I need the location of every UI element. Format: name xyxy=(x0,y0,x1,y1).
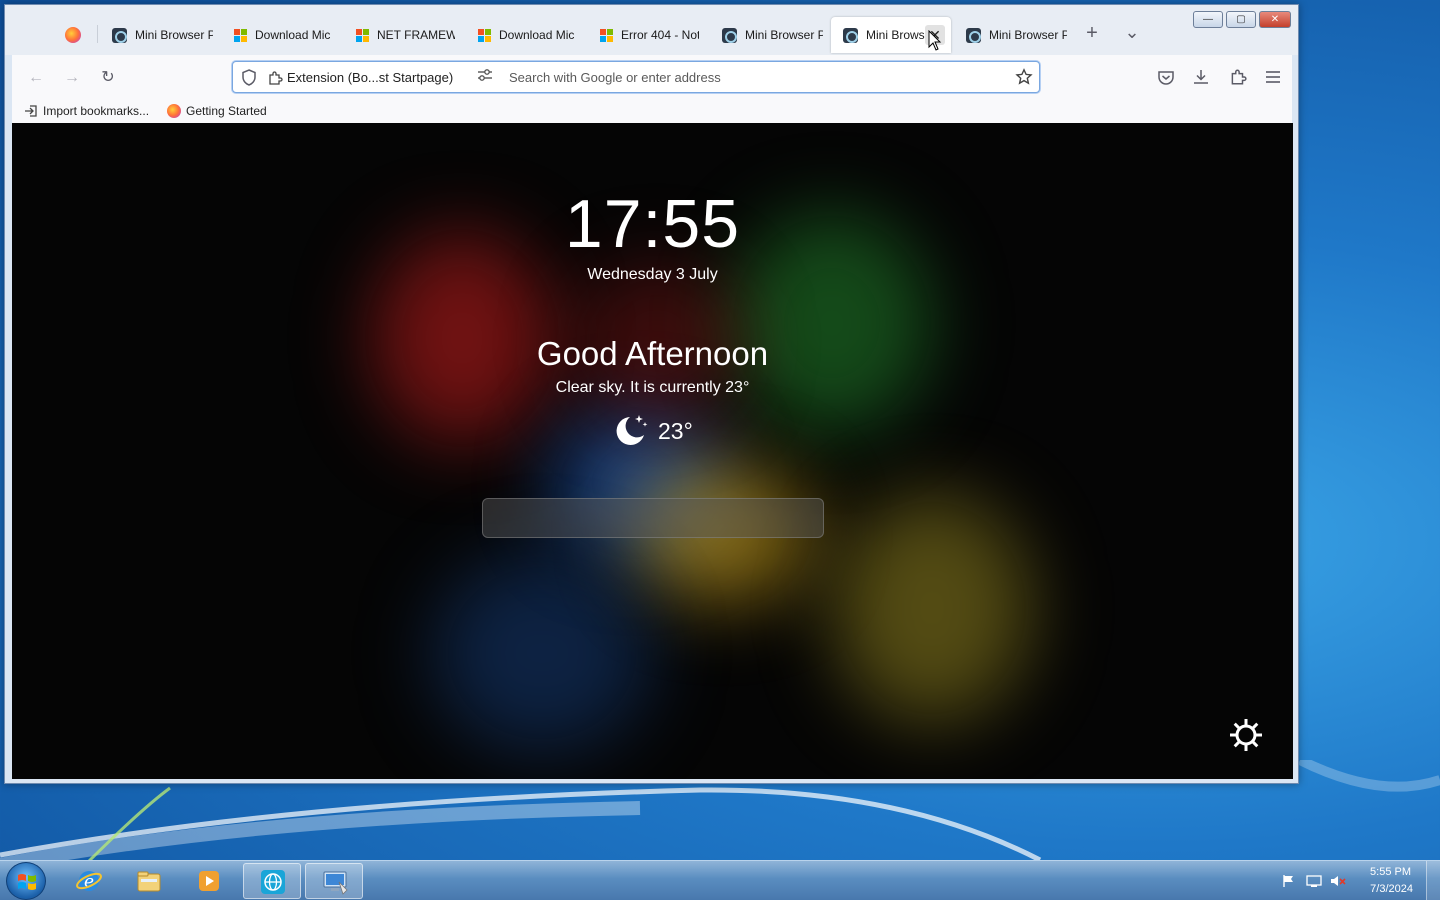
microsoft-icon xyxy=(600,28,613,42)
tab-strip: Mini Browser P Download Mic NET FRAMEW D… xyxy=(5,5,1298,55)
startpage-content: 17:55 Wednesday 3 July Good Afternoon Cl… xyxy=(12,123,1293,779)
new-tab-button[interactable]: + xyxy=(1081,22,1103,44)
weather-description: Clear sky. It is currently 23° xyxy=(555,379,750,396)
microsoft-icon xyxy=(478,28,491,42)
action-center-flag-icon[interactable] xyxy=(1282,874,1296,888)
temperature-value: 23° xyxy=(658,417,693,444)
mini-browser-icon xyxy=(843,27,858,43)
bookmark-label: Import bookmarks... xyxy=(43,104,150,118)
greeting-text: Good Afternoon xyxy=(536,335,769,372)
bookmark-getting-started[interactable]: Getting Started xyxy=(167,104,267,118)
bookmark-label: Getting Started xyxy=(186,104,267,118)
taskbar-file-explorer[interactable] xyxy=(120,863,178,899)
maximize-window-button[interactable]: ▢ xyxy=(1226,11,1256,28)
tray-clock-time[interactable]: 5:55 PM xyxy=(1370,866,1411,878)
tab-label: Mini Browser P xyxy=(989,28,1067,42)
clock-date: Wednesday 3 July xyxy=(587,266,718,283)
system-tray: 5:55 PM 7/3/2024 xyxy=(1270,861,1440,900)
tab-download-mic-2[interactable]: Download Mic xyxy=(466,17,586,53)
puzzle-piece-icon xyxy=(269,70,283,85)
tab-label: Download Mic xyxy=(499,28,575,42)
tracking-shield-icon[interactable] xyxy=(241,69,257,86)
extensions-icon[interactable] xyxy=(1229,68,1247,86)
microsoft-icon xyxy=(356,28,369,42)
taskbar-mini-browser[interactable] xyxy=(243,863,301,899)
windows-logo-icon xyxy=(18,874,36,890)
taskbar-media-player[interactable] xyxy=(180,863,238,899)
permissions-icon[interactable] xyxy=(477,68,493,82)
tray-clock-date[interactable]: 7/3/2024 xyxy=(1370,883,1413,895)
start-button[interactable] xyxy=(6,862,46,900)
tab-mini-browser-2[interactable]: Mini Browser P xyxy=(710,17,830,53)
gear-icon[interactable] xyxy=(1228,717,1264,753)
taskbar-internet-explorer[interactable]: e xyxy=(60,863,118,899)
bookmarks-toolbar: Import bookmarks... Getting Started xyxy=(12,101,1292,123)
moon-stars-icon xyxy=(616,415,648,445)
tab-label: Mini Browser P xyxy=(745,28,823,42)
tab-error-404[interactable]: Error 404 - Not xyxy=(588,17,708,53)
taskbar: e 5:55 PM 7/3/2024 xyxy=(0,860,1440,900)
globe-icon xyxy=(261,870,285,894)
browser-window: Mini Browser P Download Mic NET FRAMEW D… xyxy=(4,4,1299,784)
navigation-toolbar: ← → ↻ Extension (Bo...st Startpage) xyxy=(12,55,1292,101)
bookmark-star-icon[interactable] xyxy=(1015,68,1033,86)
tab-net-framework[interactable]: NET FRAMEW xyxy=(344,17,464,53)
downloads-icon[interactable] xyxy=(1192,68,1210,86)
startpage-search-box[interactable] xyxy=(482,498,824,538)
network-icon[interactable] xyxy=(1306,874,1322,888)
internet-explorer-icon: e xyxy=(76,871,102,892)
tab-label: Mini Browser P xyxy=(135,28,213,42)
volume-muted-icon[interactable] xyxy=(1330,874,1346,888)
extension-identity-chip[interactable]: Extension (Bo...st Startpage) xyxy=(267,66,453,89)
tab-label: Download Mic xyxy=(255,28,331,42)
mouse-cursor-icon xyxy=(928,30,942,51)
folder-icon xyxy=(137,871,161,892)
tab-download-mic-1[interactable]: Download Mic xyxy=(222,17,342,53)
tab-firefox-view[interactable] xyxy=(59,17,99,53)
close-window-button[interactable]: ✕ xyxy=(1259,11,1291,28)
tab-label: Error 404 - Not xyxy=(621,28,699,42)
reload-button[interactable]: ↻ xyxy=(97,67,119,89)
background-blob-gold xyxy=(832,493,1032,723)
firefox-icon xyxy=(167,104,181,118)
show-desktop-button[interactable] xyxy=(1426,861,1440,900)
mini-browser-icon xyxy=(966,27,981,43)
extension-label: Extension (Bo...st Startpage) xyxy=(287,70,454,85)
media-player-icon xyxy=(199,871,219,891)
minimize-window-button[interactable]: — xyxy=(1193,11,1223,28)
taskbar-remote-desktop[interactable] xyxy=(305,863,363,899)
back-button[interactable]: ← xyxy=(25,67,47,89)
mini-browser-icon xyxy=(112,27,127,43)
hamburger-menu-icon[interactable] xyxy=(1265,70,1281,84)
mini-browser-icon xyxy=(722,27,737,43)
background-blob-navy xyxy=(432,553,652,753)
pocket-icon[interactable] xyxy=(1157,69,1175,87)
url-input[interactable] xyxy=(509,66,999,89)
import-icon xyxy=(25,105,37,117)
tab-label: NET FRAMEW xyxy=(377,28,455,42)
bookmark-import[interactable]: Import bookmarks... xyxy=(24,104,149,118)
weather-widget: 23° xyxy=(612,413,693,449)
tab-mini-browser-3[interactable]: Mini Browser P xyxy=(954,17,1074,53)
tab-label: Mini Brows xyxy=(866,28,925,42)
forward-button[interactable]: → xyxy=(61,67,83,89)
clock-time: 17:55 xyxy=(564,186,741,262)
list-all-tabs-button[interactable]: ⌄ xyxy=(1121,21,1143,43)
firefox-icon xyxy=(65,27,81,43)
address-bar[interactable]: Extension (Bo...st Startpage) xyxy=(232,61,1040,93)
microsoft-icon xyxy=(234,28,247,42)
tab-mini-browser-1[interactable]: Mini Browser P xyxy=(100,17,220,53)
computer-icon xyxy=(323,871,348,895)
